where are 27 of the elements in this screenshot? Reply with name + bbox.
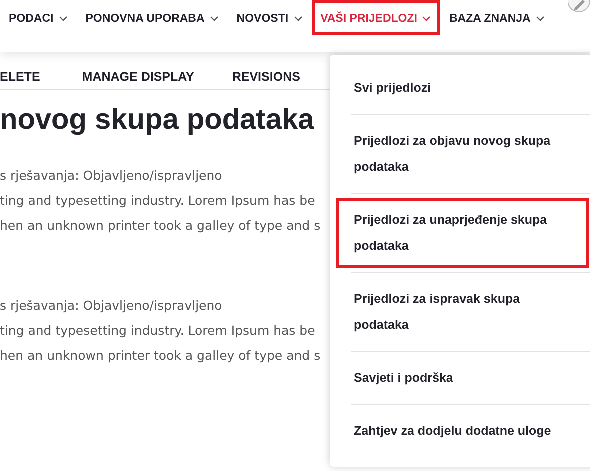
menu-item[interactable]: Zahtjev za dodjelu dodatne uloge	[336, 409, 589, 453]
tab[interactable]: ELETE	[0, 70, 40, 84]
nav-link[interactable]: PODACI	[0, 0, 77, 35]
menu-item[interactable]: Savjeti i podrška	[336, 356, 589, 400]
menu-item[interactable]: Prijedlozi za objavu novog skupa podataka	[336, 119, 589, 189]
body-text: hen an unknown printer took a galley of type and s	[0, 217, 321, 235]
menu-item[interactable]: Prijedlozi za unaprjeđenje skupa podataka	[336, 198, 589, 268]
caret-icon	[422, 16, 432, 22]
pencil-icon[interactable]	[568, 0, 590, 14]
menu-item[interactable]: Prijedlozi za ispravak skupa podataka	[336, 277, 589, 347]
body-text: hen an unknown printer took a galley of type and s	[0, 347, 321, 365]
nav-link[interactable]: BAZA ZNANJA	[440, 0, 554, 35]
tab[interactable]: MANAGE DISPLAY	[82, 70, 194, 84]
page-title: novog skupa podataka	[0, 104, 316, 137]
nav-link[interactable]: VAŠI PRIJEDLOZI	[312, 0, 440, 35]
body-text: ting and typesetting industry. Lorem Ipsum has be	[0, 192, 316, 210]
caret-icon	[58, 16, 68, 22]
status-text: s rješavanja: Objavljeno/ispravljeno	[0, 297, 222, 315]
caret-icon	[210, 16, 219, 22]
status-text: s rješavanja: Objavljeno/ispravljeno	[0, 167, 222, 185]
nav-link[interactable]: NOVOSTI	[228, 0, 312, 35]
caret-icon	[536, 16, 545, 22]
body-text: ting and typesetting industry. Lorem Ipsum has be	[0, 322, 316, 340]
menu-item[interactable]: Svi prijedlozi	[336, 66, 589, 110]
caret-icon	[294, 16, 303, 22]
nav-link[interactable]: PONOVNA UPORABA	[76, 0, 228, 35]
tab[interactable]: REVISIONS	[232, 70, 300, 84]
